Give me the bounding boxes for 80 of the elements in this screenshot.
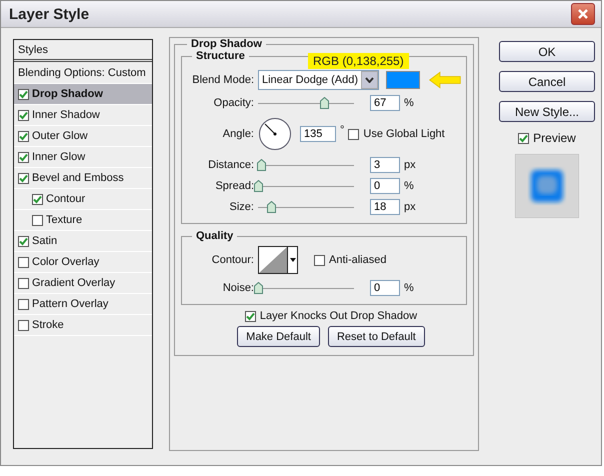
value-field[interactable]: 67 (370, 95, 400, 111)
value-field[interactable]: 0 (370, 178, 400, 194)
caret-icon (290, 258, 296, 262)
angle-field[interactable]: 135 (300, 126, 336, 142)
style-item[interactable]: Outer Glow (14, 126, 152, 147)
checkbox[interactable] (18, 172, 29, 184)
preview-thumbnail (515, 154, 579, 218)
list-header: Styles (14, 40, 152, 62)
slider-thumb[interactable] (267, 201, 276, 213)
style-item[interactable]: Pattern Overlay (14, 294, 152, 315)
slider-thumb[interactable] (254, 282, 263, 294)
style-item[interactable]: Color Overlay (14, 252, 152, 273)
slider-thumb[interactable] (256, 159, 266, 171)
checkbox[interactable] (18, 236, 29, 246)
section-title: Structure (195, 50, 246, 62)
unit-label: px (404, 201, 416, 213)
checkbox[interactable] (18, 278, 29, 288)
slider-thumb[interactable] (320, 97, 330, 109)
checkbox[interactable] (32, 194, 43, 204)
style-item[interactable]: Inner Shadow (14, 105, 152, 126)
style-item[interactable]: Inner Glow (14, 147, 152, 168)
dialog-button[interactable]: Cancel (499, 71, 595, 92)
arrow-icon (428, 70, 462, 90)
dropdown-button[interactable] (361, 71, 378, 89)
style-item[interactable]: Gradient Overlay (14, 273, 152, 294)
close-button[interactable] (571, 3, 595, 25)
value-field[interactable]: 18 (370, 199, 400, 215)
field-label: Distance: (207, 159, 254, 171)
checkbox[interactable] (18, 256, 29, 268)
field-label: Opacity: (212, 97, 254, 109)
checkbox-label: Use Global Light (363, 128, 445, 140)
checkbox[interactable] (18, 88, 29, 100)
field-label: Size: (228, 201, 254, 213)
close-icon (577, 8, 589, 20)
field-label: Blend Mode: (191, 74, 254, 86)
caret-icon (365, 77, 374, 83)
checkbox[interactable] (314, 254, 325, 266)
style-item[interactable]: Satin (14, 231, 152, 252)
angle-dial[interactable] (258, 117, 292, 151)
checkbox[interactable] (244, 310, 256, 322)
checkbox-label: Preview (533, 131, 576, 145)
checkbox[interactable] (348, 128, 360, 140)
blend-mode-dropdown[interactable]: Linear Dodge (Add) (258, 70, 380, 90)
unit-label: % (404, 97, 414, 109)
contour-curve-icon (259, 247, 287, 273)
field-label: Noise: (222, 282, 254, 294)
unit-label: % (404, 180, 414, 192)
checkbox[interactable] (518, 132, 530, 144)
degree-label: ° (340, 124, 344, 136)
checkbox[interactable] (18, 298, 29, 310)
unit-label: px (404, 159, 416, 171)
style-item[interactable]: Stroke (14, 315, 152, 336)
checkbox[interactable] (18, 130, 29, 142)
annotation-label: RGB (0,138,255) (308, 53, 409, 69)
section-title: Drop Shadow (190, 38, 263, 50)
dialog-button[interactable]: New Style... (499, 101, 595, 122)
checkbox-label: Layer Knocks Out Drop Shadow (260, 310, 418, 322)
color-swatch[interactable] (386, 71, 420, 89)
value-field[interactable]: 3 (370, 157, 400, 173)
dialog-button[interactable]: OK (499, 41, 595, 62)
default-button[interactable]: Make Default (237, 326, 320, 347)
style-item[interactable]: Drop Shadow (14, 84, 152, 105)
field-label: Angle: (222, 128, 254, 140)
field-label: Spread: (214, 180, 254, 192)
unit-label: % (404, 282, 414, 294)
style-item[interactable]: Texture (14, 210, 152, 231)
field-label: Contour: (210, 254, 254, 266)
checkbox[interactable] (18, 152, 29, 162)
value-field[interactable]: 0 (370, 280, 400, 296)
default-button[interactable]: Reset to Default (328, 326, 425, 347)
window-title: Layer Style (9, 6, 90, 22)
checkbox[interactable] (32, 214, 43, 226)
style-item[interactable]: Contour (14, 189, 152, 210)
checkbox[interactable] (18, 110, 29, 120)
slider-thumb[interactable] (254, 180, 263, 192)
checkbox-label: Anti-aliased (329, 254, 386, 266)
checkbox[interactable] (18, 320, 29, 330)
section-title: Quality (195, 230, 234, 242)
contour-picker[interactable] (258, 246, 298, 274)
style-item[interactable]: Bevel and Emboss (14, 168, 152, 189)
